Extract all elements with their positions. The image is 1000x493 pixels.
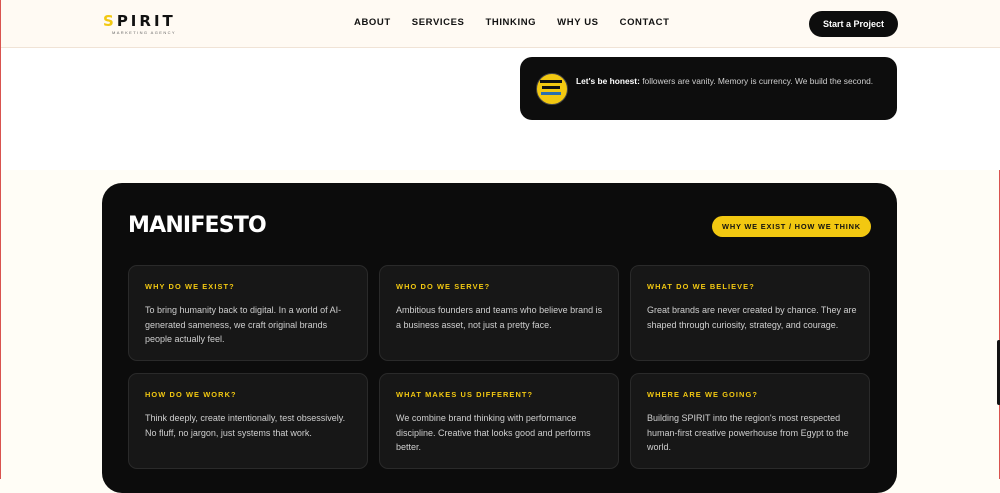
card-question: WHAT DO WE BELIEVE? — [647, 282, 755, 291]
quote-body: followers are vanity. Memory is currency… — [639, 76, 874, 86]
card-answer: Ambitious founders and teams who believe… — [396, 305, 603, 330]
card-answer: Great brands are never created by chance… — [647, 305, 857, 330]
honest-quote-card: Let's be honest: followers are vanity. M… — [520, 57, 897, 120]
logo-tagline: MARKETING AGENCY — [112, 30, 176, 35]
manifesto-card-why-exist: WHY DO WE EXIST? To bring humanity back … — [128, 265, 368, 361]
card-question: HOW DO WE WORK? — [145, 390, 237, 399]
card-question: WHAT MAKES US DIFFERENT? — [396, 390, 534, 399]
card-question: WHERE ARE WE GOING? — [647, 390, 758, 399]
manifesto-card-who-serve: WHO DO WE SERVE? Ambitious founders and … — [379, 265, 619, 361]
manifesto-card-different: WHAT MAKES US DIFFERENT? We combine bran… — [379, 373, 619, 469]
logo-wordmark: SPIRIT — [103, 14, 176, 29]
card-question: WHY DO WE EXIST? — [145, 282, 235, 291]
card-answer: Think deeply, create intentionally, test… — [145, 413, 346, 438]
nav-about[interactable]: ABOUT — [354, 17, 391, 29]
nav-services[interactable]: SERVICES — [412, 17, 465, 29]
main-menu: ABOUT SERVICES THINKING WHY US CONTACT — [354, 17, 670, 29]
nav-thinking[interactable]: THINKING — [485, 17, 536, 29]
nav-why-us[interactable]: WHY US — [557, 17, 598, 29]
logo-first-letter: S — [103, 12, 117, 30]
manifesto-card-how-work: HOW DO WE WORK? Think deeply, create int… — [128, 373, 368, 469]
quote-avatar — [536, 73, 568, 105]
nav-contact[interactable]: CONTACT — [620, 17, 670, 29]
logo-rest: PIRIT — [116, 12, 176, 30]
quote-text: Let's be honest: followers are vanity. M… — [576, 75, 876, 88]
manifesto-section: MANIFESTO WHY WE EXIST / HOW WE THINK WH… — [102, 183, 897, 493]
top-navbar: SPIRIT MARKETING AGENCY ABOUT SERVICES T… — [1, 0, 1000, 48]
card-answer: We combine brand thinking with performan… — [396, 413, 591, 452]
card-answer: Building SPIRIT into the region's most r… — [647, 413, 849, 452]
brand-logo[interactable]: SPIRIT MARKETING AGENCY — [103, 14, 176, 36]
manifesto-title: MANIFESTO — [128, 213, 267, 238]
card-question: WHO DO WE SERVE? — [396, 282, 491, 291]
manifesto-badge: WHY WE EXIST / HOW WE THINK — [712, 216, 871, 237]
manifesto-card-where-going: WHERE ARE WE GOING? Building SPIRIT into… — [630, 373, 870, 469]
quote-lead: Let's be honest: — [576, 76, 640, 86]
start-project-button[interactable]: Start a Project — [809, 11, 898, 37]
card-answer: To bring humanity back to digital. In a … — [145, 305, 342, 344]
manifesto-card-what-believe: WHAT DO WE BELIEVE? Great brands are nev… — [630, 265, 870, 361]
